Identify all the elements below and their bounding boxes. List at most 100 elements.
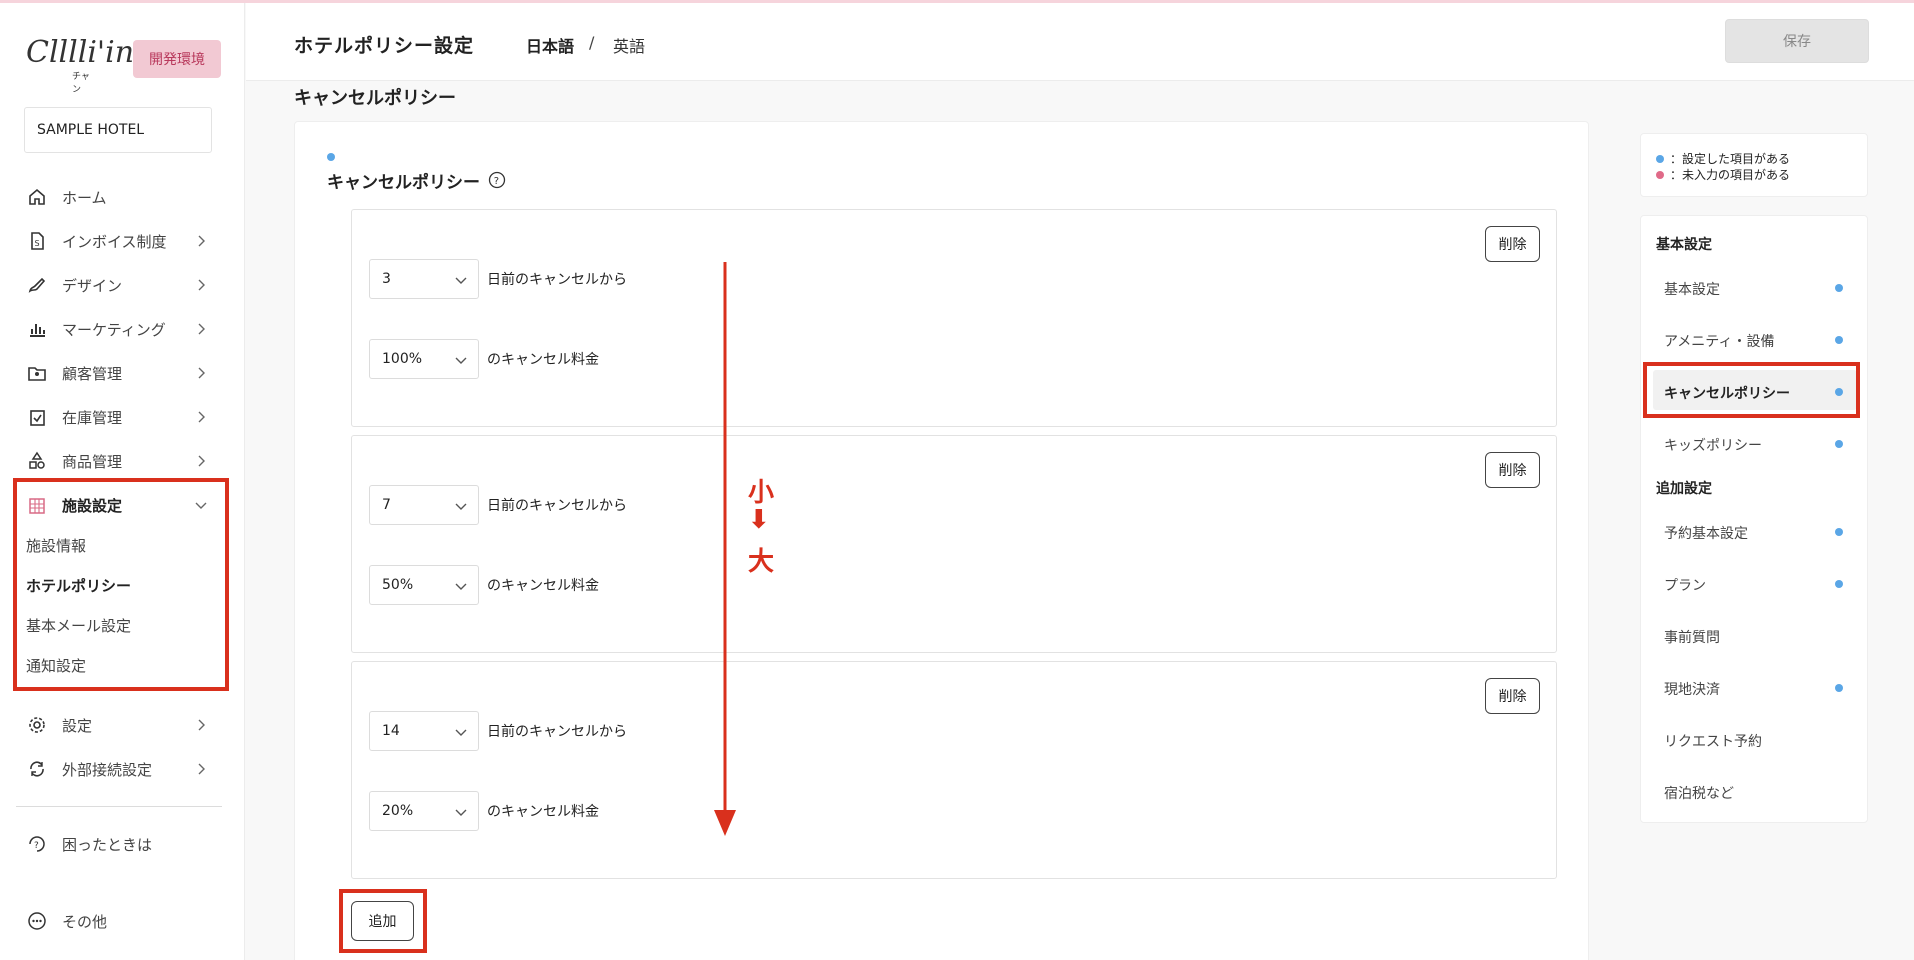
sidebar-item-customer[interactable]: 顧客管理 — [26, 360, 216, 386]
sidebar-item-label: 顧客管理 — [62, 364, 123, 383]
section-nav-request[interactable]: リクエスト予約 — [1664, 731, 1762, 751]
chevron-right-icon — [198, 235, 205, 247]
lang-separator: / — [589, 33, 595, 52]
section-nav-basic[interactable]: 基本設定 — [1664, 279, 1720, 299]
field-title: キャンセルポリシー — [327, 173, 480, 193]
section-nav-questions[interactable]: 事前質問 — [1664, 627, 1720, 647]
sidebar-item-inventory[interactable]: 在庫管理 — [26, 404, 216, 430]
customer-icon — [26, 362, 48, 384]
fee-select[interactable]: 50% — [369, 565, 479, 605]
cancel-rule-1: 削除 3 日前のキャンセルから 100% のキャンセル料金 — [351, 209, 1557, 427]
status-dot-set — [1835, 336, 1843, 344]
sidebar-item-invoice[interactable]: S インボイス制度 — [26, 228, 216, 254]
status-dot-set — [1835, 440, 1843, 448]
fee-suffix: のキャンセル料金 — [487, 352, 599, 368]
chevron-down-icon — [455, 583, 467, 590]
section-nav-group-additional: 追加設定 — [1656, 481, 1712, 497]
sidebar-item-label: 外部接続設定 — [62, 760, 153, 779]
section-nav: 基本設定 基本設定 アメニティ・設備 キャンセルポリシー キッズポリシー 追加設… — [1640, 215, 1868, 823]
fee-select-value: 20% — [382, 803, 414, 819]
sidebar-item-label: マーケティング — [62, 320, 166, 339]
annotation-highlight-cancel-policy — [1643, 362, 1860, 418]
cancel-rule-2: 削除 7 日前のキャンセルから 50% のキャンセル料金 — [351, 435, 1557, 653]
lang-tab-english[interactable]: 英語 — [613, 33, 645, 57]
section-nav-onsite-payment[interactable]: 現地決済 — [1664, 679, 1720, 699]
sidebar-item-external[interactable]: 外部接続設定 — [26, 756, 216, 782]
days-select[interactable]: 7 — [369, 485, 479, 525]
page-header: ホテルポリシー設定 日本語 / 英語 保存 — [246, 3, 1914, 81]
annotation-label-arrow: ⬇ — [748, 505, 770, 535]
chevron-right-icon — [198, 455, 205, 467]
app-logo[interactable]: Clllli'ini チャン — [26, 35, 144, 95]
chevron-right-icon — [198, 279, 205, 291]
section-nav-reservation[interactable]: 予約基本設定 — [1664, 523, 1748, 543]
fee-suffix: のキャンセル料金 — [487, 578, 599, 594]
sidebar-item-product[interactable]: 商品管理 — [26, 448, 216, 474]
sidebar-item-label: 在庫管理 — [62, 408, 123, 427]
lang-tab-japanese[interactable]: 日本語 — [526, 33, 574, 57]
save-button[interactable]: 保存 — [1725, 19, 1869, 63]
section-nav-plan[interactable]: プラン — [1664, 575, 1706, 595]
product-icon — [26, 450, 48, 472]
fee-select-value: 100% — [382, 351, 423, 367]
legend-box: ：設定した項目がある ：未入力の項目がある — [1640, 133, 1868, 197]
days-suffix: 日前のキャンセルから — [487, 272, 627, 288]
fee-select[interactable]: 100% — [369, 339, 479, 379]
status-dot-unset — [1656, 170, 1664, 179]
cancel-rule-3: 削除 14 日前のキャンセルから 20% のキャンセル料金 — [351, 661, 1557, 879]
days-select-value: 3 — [382, 271, 391, 287]
svg-text:?: ? — [494, 176, 499, 187]
days-select[interactable]: 14 — [369, 711, 479, 751]
status-dot-set — [1835, 284, 1843, 292]
more-icon — [26, 910, 48, 932]
days-suffix: 日前のキャンセルから — [487, 498, 627, 514]
chevron-down-icon — [455, 277, 467, 284]
days-suffix: 日前のキャンセルから — [487, 724, 627, 740]
delete-rule-button[interactable]: 削除 — [1485, 678, 1540, 714]
legend-set-text: ：設定した項目がある — [1670, 152, 1791, 166]
sidebar-divider — [16, 806, 222, 807]
hotel-selector[interactable]: SAMPLE HOTEL — [24, 107, 212, 153]
status-dot-set — [1835, 580, 1843, 588]
annotation-label-large: 大 — [748, 547, 775, 577]
days-select-value: 14 — [382, 723, 400, 739]
days-select-value: 7 — [382, 497, 391, 513]
chevron-right-icon — [198, 411, 205, 423]
section-nav-amenity[interactable]: アメニティ・設備 — [1664, 331, 1774, 351]
sidebar-item-home[interactable]: ホーム — [26, 184, 216, 210]
chevron-right-icon — [198, 367, 205, 379]
legend-unset-text: ：未入力の項目がある — [1670, 168, 1791, 182]
chevron-down-icon — [455, 809, 467, 816]
legend-unset: ：未入力の項目がある — [1656, 166, 1790, 183]
gear-icon — [26, 714, 48, 736]
sidebar-item-design[interactable]: デザイン — [26, 272, 216, 298]
sidebar: Clllli'ini チャン 開発環境 SAMPLE HOTEL ホーム S イン… — [0, 3, 245, 960]
chevron-down-icon — [455, 503, 467, 510]
delete-rule-button[interactable]: 削除 — [1485, 226, 1540, 262]
annotation-highlight-facility-menu — [13, 478, 229, 691]
legend-set: ：設定した項目がある — [1656, 150, 1790, 167]
status-dot-set — [327, 153, 335, 161]
chart-icon — [26, 318, 48, 340]
help-icon[interactable]: ? — [488, 171, 506, 189]
status-dot-set — [1835, 528, 1843, 536]
section-nav-tax[interactable]: 宿泊税など — [1664, 783, 1734, 803]
status-dot-set — [1835, 684, 1843, 692]
sidebar-item-marketing[interactable]: マーケティング — [26, 316, 216, 342]
section-nav-group-basic: 基本設定 — [1656, 237, 1712, 253]
sidebar-item-help[interactable]: ? 困ったときは — [26, 831, 216, 857]
chevron-right-icon — [198, 323, 205, 335]
delete-rule-button[interactable]: 削除 — [1485, 452, 1540, 488]
section-title: キャンセルポリシー — [294, 88, 456, 109]
days-select[interactable]: 3 — [369, 259, 479, 299]
svg-text:S: S — [35, 239, 40, 248]
section-nav-kids-policy[interactable]: キッズポリシー — [1664, 435, 1762, 455]
sidebar-item-label: 設定 — [62, 716, 93, 735]
sidebar-item-settings[interactable]: 設定 — [26, 712, 216, 738]
sidebar-item-other[interactable]: その他 — [26, 908, 216, 934]
fee-select[interactable]: 20% — [369, 791, 479, 831]
sidebar-item-label: インボイス制度 — [62, 232, 167, 251]
logo-subtext: チャン — [72, 72, 90, 95]
annotation-highlight-add-button — [339, 889, 427, 953]
inventory-icon — [26, 406, 48, 428]
